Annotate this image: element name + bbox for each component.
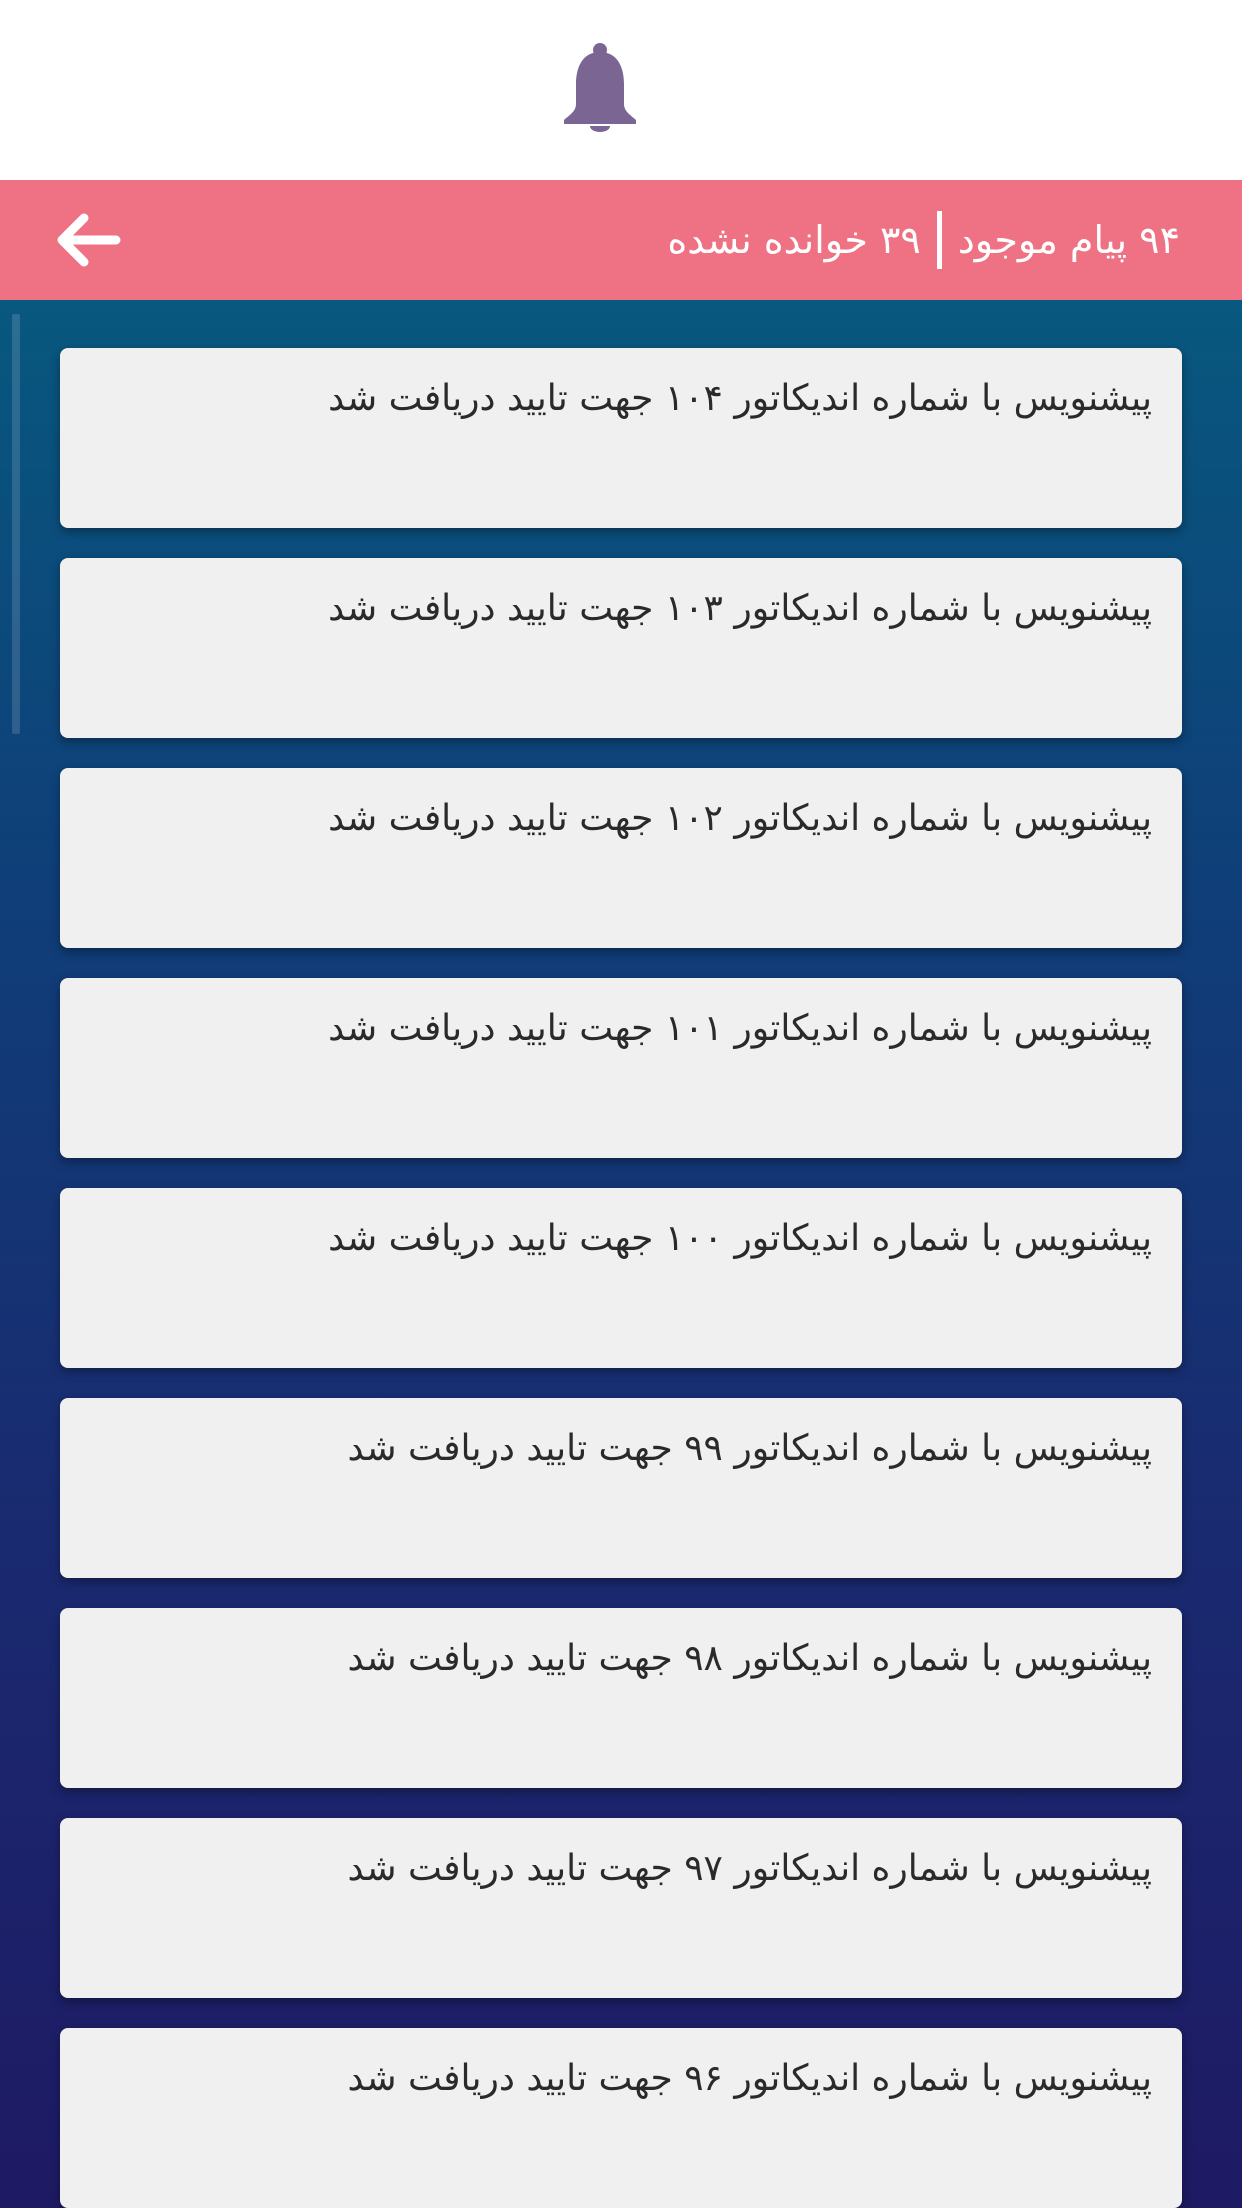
message-text: پیشنویس با شماره اندیکاتور ۱۰۴ جهت تایید… [328, 378, 1152, 419]
message-text: پیشنویس با شماره اندیکاتور ۹۶ جهت تایید … [347, 2058, 1152, 2099]
total-group: ۹۴ پیام موجود [958, 210, 1180, 270]
message-card[interactable]: پیشنویس با شماره اندیکاتور ۱۰۱ جهت تایید… [60, 978, 1182, 1158]
message-card[interactable]: پیشنویس با شماره اندیکاتور ۱۰۲ جهت تایید… [60, 768, 1182, 948]
bell-icon [564, 43, 636, 132]
message-card[interactable]: پیشنویس با شماره اندیکاتور ۱۰۰ جهت تایید… [60, 1188, 1182, 1368]
back-button[interactable] [54, 210, 122, 270]
message-card[interactable]: پیشنویس با شماره اندیکاتور ۱۰۳ جهت تایید… [60, 558, 1182, 738]
message-text: پیشنویس با شماره اندیکاتور ۹۹ جهت تایید … [347, 1428, 1152, 1469]
message-list: پیشنویس با شماره اندیکاتور ۱۰۴ جهت تایید… [60, 348, 1182, 2208]
message-card[interactable]: پیشنویس با شماره اندیکاتور ۹۸ جهت تایید … [60, 1608, 1182, 1788]
unread-count: ۳۹ [879, 218, 921, 262]
arrow-left-icon [57, 213, 121, 267]
total-count: ۹۴ [1139, 218, 1180, 262]
top-area [0, 0, 1242, 180]
message-card[interactable]: پیشنویس با شماره اندیکاتور ۹۹ جهت تایید … [60, 1398, 1182, 1578]
message-text: پیشنویس با شماره اندیکاتور ۹۷ جهت تایید … [347, 1848, 1152, 1889]
message-text: پیشنویس با شماره اندیکاتور ۱۰۲ جهت تایید… [328, 798, 1152, 839]
message-card[interactable]: پیشنویس با شماره اندیکاتور ۹۶ جهت تایید … [60, 2028, 1182, 2208]
scrollbar[interactable] [12, 314, 20, 734]
divider [936, 211, 942, 269]
message-text: پیشنویس با شماره اندیکاتور ۱۰۰ جهت تایید… [328, 1218, 1152, 1259]
header-bar: ۳۹ خوانده نشده ۹۴ پیام موجود [0, 180, 1242, 300]
message-card[interactable]: پیشنویس با شماره اندیکاتور ۱۰۴ جهت تایید… [60, 348, 1182, 528]
message-list-area[interactable]: پیشنویس با شماره اندیکاتور ۱۰۴ جهت تایید… [0, 300, 1242, 2208]
unread-label: خوانده نشده [667, 218, 868, 262]
message-text: پیشنویس با شماره اندیکاتور ۱۰۱ جهت تایید… [328, 1008, 1152, 1049]
message-text: پیشنویس با شماره اندیکاتور ۱۰۳ جهت تایید… [328, 588, 1152, 629]
message-counts: ۳۹ خوانده نشده ۹۴ پیام موجود [667, 210, 1180, 270]
message-text: پیشنویس با شماره اندیکاتور ۹۸ جهت تایید … [347, 1638, 1152, 1679]
unread-group: ۳۹ خوانده نشده [667, 210, 920, 270]
message-card[interactable]: پیشنویس با شماره اندیکاتور ۹۷ جهت تایید … [60, 1818, 1182, 1998]
total-label: پیام موجود [957, 218, 1128, 262]
